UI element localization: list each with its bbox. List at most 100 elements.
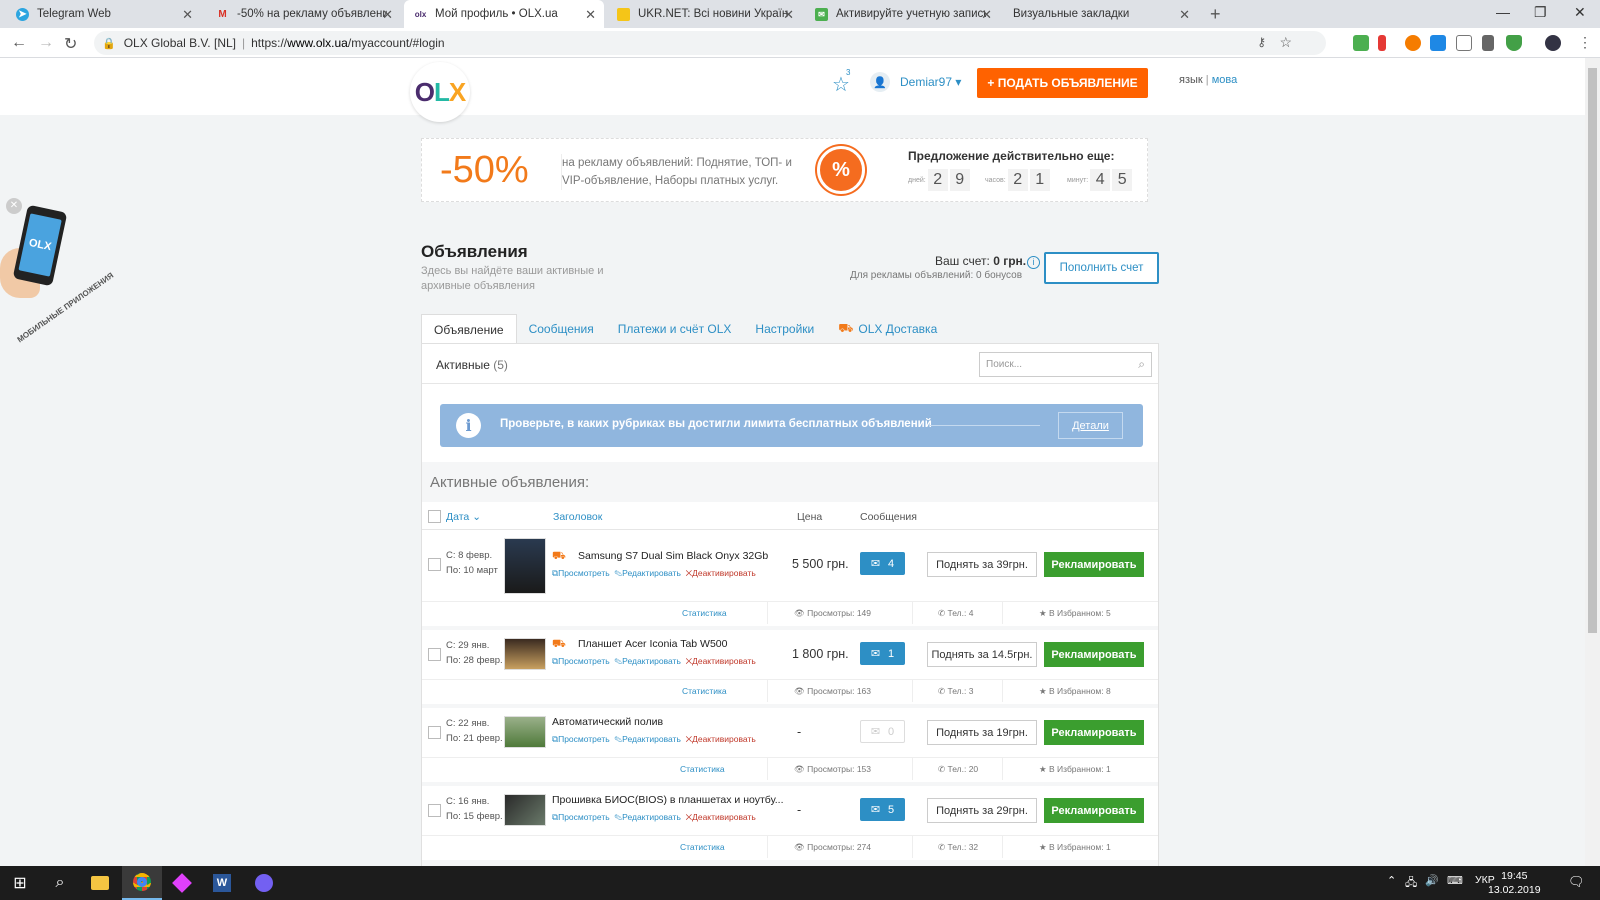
edit-link[interactable]: ✎Редактировать [614, 812, 680, 822]
raise-button[interactable]: Поднять за 19грн. [927, 720, 1037, 745]
post-ad-button[interactable]: + ПОДАТЬ ОБЪЯВЛЕНИЕ [977, 68, 1148, 98]
browser-tab-ukrnet[interactable]: UKR.NET: Всі новини України, о ✕ [607, 0, 802, 28]
back-icon[interactable]: ← [11, 34, 27, 52]
url-field[interactable]: 🔒 OLX Global B.V. [NL] | https://www.olx… [94, 31, 1326, 55]
topup-button[interactable]: Пополнить счет [1044, 252, 1159, 284]
edit-link[interactable]: ✎Редактировать [614, 734, 680, 744]
listing-thumbnail[interactable] [504, 716, 546, 748]
tab-payments[interactable]: Платежи и счёт OLX [606, 314, 744, 344]
raise-button[interactable]: Поднять за 14.5грн. [927, 642, 1037, 667]
messages-button[interactable]: ✉ 5 [860, 798, 905, 821]
raise-button[interactable]: Поднять за 39грн. [927, 552, 1037, 577]
adguard-icon[interactable] [1506, 35, 1522, 51]
tab-settings[interactable]: Настройки [743, 314, 826, 344]
select-all-checkbox[interactable] [428, 510, 441, 523]
file-explorer-icon[interactable] [80, 866, 120, 900]
close-icon[interactable]: ✕ [182, 7, 193, 23]
extension-ball-icon[interactable] [1405, 35, 1421, 51]
forward-icon[interactable]: → [38, 34, 54, 52]
menu-icon[interactable]: ⋮ [1578, 34, 1592, 51]
active-filter[interactable]: Активные (5) [436, 358, 508, 372]
sort-date[interactable]: Дата ⌄ [446, 511, 481, 523]
new-tab-icon[interactable]: + [1210, 4, 1221, 25]
view-link[interactable]: ⧉Просмотреть [552, 568, 610, 578]
view-link[interactable]: ⧉Просмотреть [552, 734, 610, 744]
lang-ru[interactable]: язык [1179, 74, 1203, 86]
user-menu[interactable]: 👤 Demiar97 ▾ [870, 72, 961, 92]
minimize-icon[interactable]: — [1496, 4, 1510, 20]
advertise-button[interactable]: Рекламировать [1044, 720, 1144, 745]
notifications-icon[interactable]: 🗨 [1568, 874, 1585, 890]
word-icon[interactable]: W [202, 866, 242, 900]
close-icon[interactable]: ✕ [6, 198, 22, 214]
view-link[interactable]: ⧉Просмотреть [552, 812, 610, 822]
search-icon[interactable]: ⌕ [1138, 357, 1145, 372]
reload-icon[interactable]: ↻ [64, 34, 77, 54]
search-input[interactable]: Поиск... ⌕ [979, 352, 1152, 377]
browser-tab-gmail[interactable]: M -50% на рекламу объявлений с ✕ [206, 0, 401, 28]
listing-title[interactable]: Планшет Acer Iconia Tab W500 [578, 638, 727, 650]
bookmark-star-icon[interactable]: ☆ [1279, 34, 1292, 51]
edit-link[interactable]: ✎Редактировать [614, 656, 680, 666]
translate-icon[interactable] [1430, 35, 1446, 51]
deactivate-link[interactable]: ✕Деактивировать [686, 734, 756, 744]
promo-banner[interactable]: -50% на рекламу объявлений: Поднятие, ТО… [421, 138, 1148, 202]
statistics-link[interactable]: Статистика [682, 686, 727, 696]
key-icon[interactable]: ⚷ [1257, 35, 1266, 49]
statistics-link[interactable]: Статистика [682, 608, 727, 618]
extension-shield-icon[interactable] [1353, 35, 1369, 51]
scrollbar-thumb[interactable] [1588, 68, 1597, 633]
page-scrollbar[interactable] [1585, 58, 1600, 866]
row-checkbox[interactable] [428, 726, 441, 739]
browser-tab-telegram[interactable]: ➤ Telegram Web ✕ [6, 0, 201, 28]
mobile-app-ad[interactable]: ✕ OLX МОБИЛЬНЫЕ ПРИЛОЖЕНИЯ [0, 198, 115, 344]
info-icon[interactable]: i [1027, 256, 1040, 269]
chevron-up-icon[interactable]: ⌃ [1387, 874, 1396, 887]
close-icon[interactable]: ✕ [783, 7, 794, 23]
row-checkbox[interactable] [428, 804, 441, 817]
deactivate-link[interactable]: ✕Деактивировать [686, 812, 756, 822]
edit-link[interactable]: ✎Редактировать [614, 568, 680, 578]
messages-button[interactable]: ✉ 4 [860, 552, 905, 575]
viber-icon[interactable] [244, 866, 284, 900]
cast-icon[interactable] [1456, 35, 1472, 51]
row-checkbox[interactable] [428, 558, 441, 571]
app-diamond-icon[interactable] [162, 866, 202, 900]
keyboard-icon[interactable]: ⌨ [1447, 874, 1463, 887]
profile-avatar[interactable] [1545, 35, 1561, 51]
volume-icon[interactable]: 🔊 [1425, 874, 1439, 887]
close-icon[interactable]: ✕ [585, 7, 596, 23]
deactivate-link[interactable]: ✕Деактивировать [686, 568, 756, 578]
listing-title[interactable]: Прошивка БИОС(BIOS) в планшетах и ноутбу… [552, 794, 784, 806]
listing-thumbnail[interactable] [504, 538, 546, 594]
statistics-link[interactable]: Статистика [680, 842, 725, 852]
close-icon[interactable]: ✕ [1179, 7, 1190, 23]
extension-flag-icon[interactable] [1378, 35, 1386, 51]
sort-title[interactable]: Заголовок [553, 511, 602, 523]
system-clock[interactable]: 19:45 13.02.2019 [1488, 869, 1541, 897]
details-button[interactable]: Детали [1058, 412, 1123, 439]
view-link[interactable]: ⧉Просмотреть [552, 656, 610, 666]
windows-start-icon[interactable]: ⊞ [0, 866, 40, 900]
browser-tab-activate[interactable]: ✉ Активируйте учетную запись ✕ [805, 0, 1000, 28]
listing-thumbnail[interactable] [504, 638, 546, 670]
advertise-button[interactable]: Рекламировать [1044, 552, 1144, 577]
security-icon[interactable] [1482, 35, 1494, 51]
tab-delivery[interactable]: ⛟ OLX Доставка [826, 314, 949, 344]
listing-title[interactable]: Автоматический полив [552, 716, 663, 728]
network-icon[interactable]: 🖧 [1405, 874, 1417, 893]
row-checkbox[interactable] [428, 648, 441, 661]
messages-button[interactable]: ✉ 0 [860, 720, 905, 743]
lang-ua[interactable]: мова [1212, 74, 1238, 86]
messages-button[interactable]: ✉ 1 [860, 642, 905, 665]
browser-tab-bookmarks[interactable]: Визуальные закладки ✕ [1003, 0, 1198, 28]
listing-title[interactable]: Samsung S7 Dual Sim Black Onyx 32Gb [578, 550, 768, 562]
close-icon[interactable]: ✕ [382, 7, 393, 23]
restore-icon[interactable]: ❐ [1534, 4, 1547, 21]
deactivate-link[interactable]: ✕Деактивировать [686, 656, 756, 666]
close-icon[interactable]: ✕ [981, 7, 992, 23]
olx-logo[interactable]: OLX [410, 62, 470, 122]
listing-thumbnail[interactable] [504, 794, 546, 826]
tab-ads[interactable]: Объявление [421, 314, 517, 344]
advertise-button[interactable]: Рекламировать [1044, 798, 1144, 823]
